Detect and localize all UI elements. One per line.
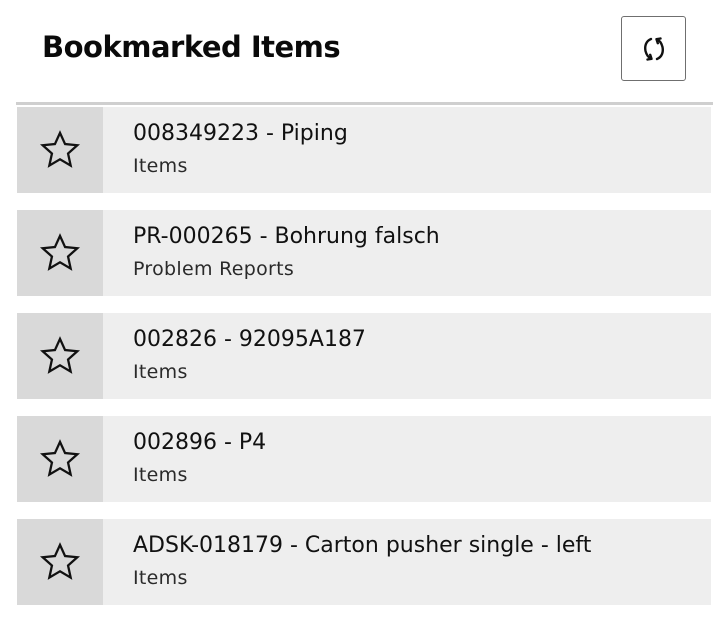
star-outline-icon	[39, 542, 81, 580]
star-toggle[interactable]	[17, 107, 103, 193]
panel-title: Bookmarked Items	[42, 30, 341, 64]
bookmark-text: 008349223 - Piping Items	[133, 119, 348, 179]
star-outline-icon	[39, 233, 81, 271]
star-toggle[interactable]	[17, 416, 103, 502]
star-toggle[interactable]	[17, 210, 103, 296]
star-outline-icon	[39, 336, 81, 374]
bookmark-text: ADSK-018179 - Carton pusher single - lef…	[133, 531, 591, 591]
header-divider	[16, 102, 713, 105]
star-outline-icon	[39, 439, 81, 477]
bookmark-title[interactable]: 002896 - P4	[133, 428, 266, 458]
bookmark-category: Problem Reports	[133, 258, 295, 280]
star-outline-icon	[39, 130, 81, 168]
bookmark-item[interactable]: ADSK-018179 - Carton pusher single - lef…	[17, 519, 711, 605]
star-toggle[interactable]	[17, 313, 103, 399]
bookmark-category: Items	[133, 361, 188, 383]
bookmark-title[interactable]: ADSK-018179 - Carton pusher single - lef…	[133, 531, 591, 561]
bookmark-list: 008349223 - Piping Items PR-000265 - Boh…	[17, 107, 711, 622]
bookmark-item[interactable]: 002896 - P4 Items	[17, 416, 711, 502]
bookmark-category: Items	[133, 155, 188, 177]
star-toggle[interactable]	[17, 519, 103, 605]
bookmark-title[interactable]: 002826 - 92095A187	[133, 325, 366, 355]
bookmark-title[interactable]: PR-000265 - Bohrung falsch	[133, 222, 440, 252]
refresh-button[interactable]	[621, 16, 686, 81]
bookmark-category: Items	[133, 567, 188, 589]
panel-header: Bookmarked Items	[0, 0, 726, 104]
refresh-icon	[643, 36, 664, 61]
bookmark-item[interactable]: 008349223 - Piping Items	[17, 107, 711, 193]
bookmark-text: 002896 - P4 Items	[133, 428, 266, 488]
bookmark-text: 002826 - 92095A187 Items	[133, 325, 366, 385]
bookmark-title[interactable]: 008349223 - Piping	[133, 119, 348, 149]
bookmark-item[interactable]: 002826 - 92095A187 Items	[17, 313, 711, 399]
bookmark-text: PR-000265 - Bohrung falsch Problem Repor…	[133, 222, 440, 282]
bookmark-item[interactable]: PR-000265 - Bohrung falsch Problem Repor…	[17, 210, 711, 296]
bookmark-category: Items	[133, 464, 188, 486]
